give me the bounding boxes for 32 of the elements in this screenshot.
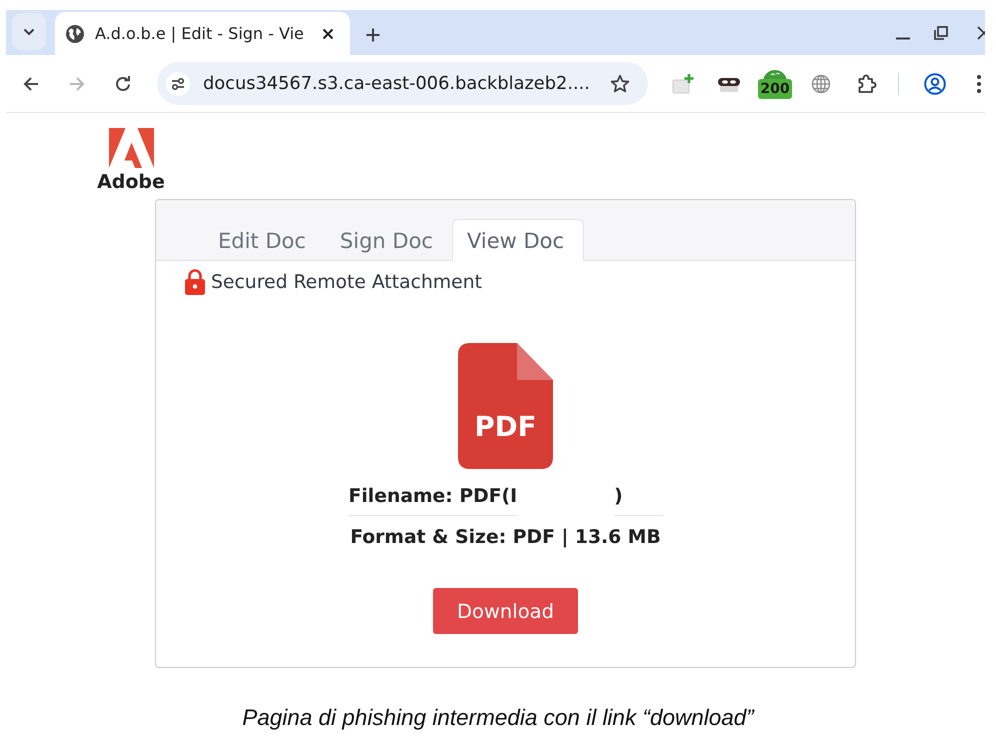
document-plus-icon[interactable] <box>671 72 695 94</box>
pdf-file-icon <box>458 343 553 469</box>
doc-tab[interactable]: Sign Doc <box>324 219 448 261</box>
filename-end: ) <box>614 486 662 516</box>
new-tab-icon[interactable] <box>366 28 380 42</box>
logo-mark-icon <box>108 128 154 168</box>
logo-text: Adobe <box>97 171 165 193</box>
tune-icon[interactable] <box>166 72 190 96</box>
close-icon[interactable] <box>322 28 334 40</box>
filename-text: Filename: PDF(I <box>348 486 518 516</box>
globe-icon[interactable] <box>811 74 831 94</box>
lock-icon <box>185 269 205 295</box>
reload-icon[interactable] <box>115 76 131 92</box>
doc-tab[interactable]: View Doc <box>452 219 584 261</box>
restore-icon[interactable] <box>934 26 948 40</box>
back-arrow-icon[interactable] <box>23 76 39 92</box>
globe-icon <box>66 24 84 42</box>
address-bar[interactable]: docus34567.s3.ca-east-006.backblazeb2.... <box>157 62 648 105</box>
extension-counter: 200 <box>758 79 792 99</box>
file-type-label: PDF <box>474 409 537 445</box>
browser-tab[interactable]: A.d.o.b.e | Edit - Sign - Vie <box>55 12 350 55</box>
close-icon[interactable] <box>977 26 985 40</box>
puzzle-icon[interactable] <box>857 74 877 94</box>
doc-tab[interactable]: Edit Doc <box>203 219 321 261</box>
secure-notice: Secured Remote Attachment <box>211 272 482 292</box>
profile-icon[interactable] <box>924 72 946 94</box>
download-button[interactable]: Download <box>433 588 578 634</box>
menu-icon[interactable] <box>977 74 981 92</box>
star-icon[interactable] <box>610 74 630 94</box>
caption: Pagina di phishing intermedia con il link “download” <box>241 704 756 732</box>
format-size-text: Format & Size: PDF | 13.6 MB <box>350 527 661 549</box>
chevron-down-icon <box>23 28 35 36</box>
